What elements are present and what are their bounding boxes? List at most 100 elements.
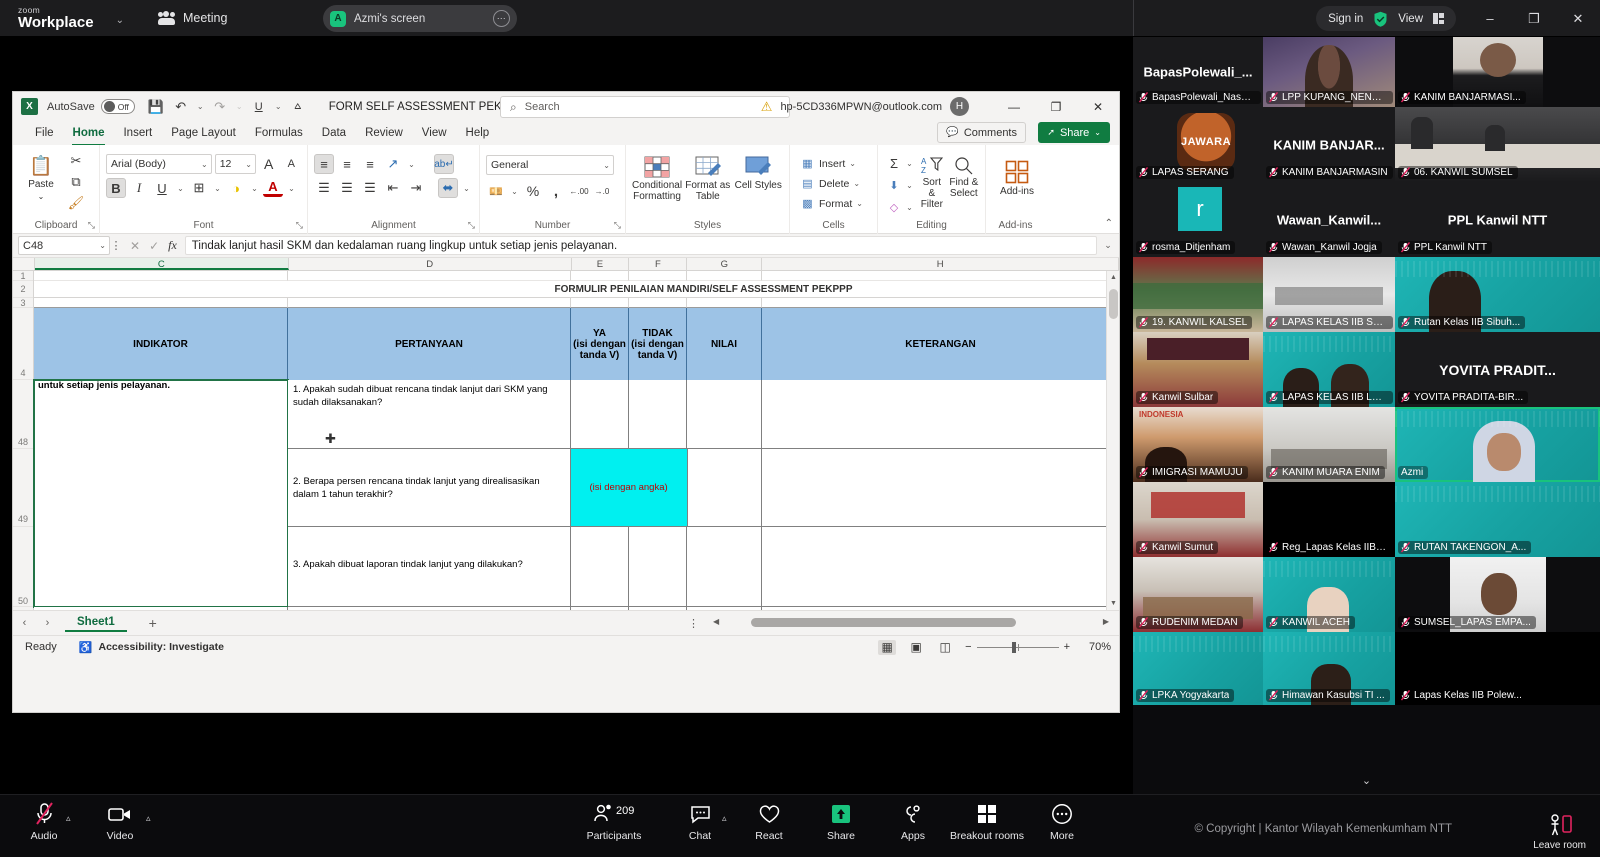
participant-tile-kanim-banjarmasin-video[interactable]: KANIM BANJARMASI...: [1395, 37, 1600, 107]
video-options-chevron-icon[interactable]: ▵: [146, 813, 151, 824]
cut-icon[interactable]: ✂: [66, 151, 86, 171]
participant-tile-wawan-jogja[interactable]: Wawan_Kanwil... Wawan_Kanwil Jogja: [1263, 182, 1395, 257]
column-header-E[interactable]: E: [572, 258, 630, 270]
nilai-cell-49[interactable]: [688, 449, 763, 527]
delete-cells-dropdown-icon[interactable]: ⌄: [853, 179, 860, 188]
font-name-combobox[interactable]: Arial (Body) ⌄: [106, 154, 212, 174]
zoom-in-button[interactable]: +: [1064, 641, 1070, 653]
undo-dropdown-icon[interactable]: ⌄: [195, 102, 206, 111]
normal-view-icon[interactable]: ▦: [878, 640, 896, 655]
scroll-down-arrow[interactable]: ▼: [1107, 597, 1119, 610]
wrap-text-icon[interactable]: ab↵: [434, 154, 454, 174]
orientation-dropdown-icon[interactable]: ⌄: [406, 160, 417, 169]
tab-insert[interactable]: Insert: [114, 123, 161, 144]
formula-bar-expand-icon[interactable]: ⌄: [1097, 240, 1119, 251]
table-header-keterangan[interactable]: KETERANGAN: [762, 308, 1119, 380]
underline-quick-icon[interactable]: U: [248, 96, 270, 118]
signin-view-pill[interactable]: Sign in View: [1316, 6, 1456, 31]
italic-button[interactable]: I: [129, 178, 149, 198]
font-size-combobox[interactable]: 12 ⌄: [215, 154, 256, 174]
cell-E3[interactable]: [571, 298, 629, 308]
participant-tile-lapas-polewali[interactable]: Lapas Kelas IIB Polew...: [1395, 632, 1600, 705]
chat-button[interactable]: Chat: [672, 801, 728, 842]
participant-tile-himawan[interactable]: Himawan Kasubsi TI ...: [1263, 632, 1395, 705]
sign-in-button[interactable]: Sign in: [1328, 13, 1363, 25]
cell-G1[interactable]: [687, 271, 762, 281]
participant-tile-lpp-kupang[interactable]: LPP KUPANG_NENGSI...: [1263, 37, 1395, 107]
leave-room-button[interactable]: Leave room: [1533, 813, 1586, 851]
hscroll-left-arrow[interactable]: ◀: [713, 617, 719, 626]
column-header-H[interactable]: H: [762, 258, 1119, 270]
participant-tile-yovita[interactable]: YOVITA PRADIT... YOVITA PRADITA-BIR...: [1395, 332, 1600, 407]
paste-button[interactable]: 📋 Paste ⌄: [19, 153, 63, 201]
scroll-up-arrow[interactable]: ▲: [1107, 271, 1119, 284]
cell-G3[interactable]: [687, 298, 762, 308]
window-close-button[interactable]: ✕: [1556, 0, 1600, 37]
vertical-scrollbar[interactable]: ▲ ▼: [1106, 271, 1119, 610]
row-header-50[interactable]: 50: [13, 527, 33, 607]
cell-C1[interactable]: [34, 271, 288, 281]
redo-icon[interactable]: ↷: [209, 96, 231, 118]
font-color-dropdown-icon[interactable]: ⌄: [286, 184, 297, 193]
comma-style-icon[interactable]: ,: [546, 181, 566, 201]
paste-dropdown-icon[interactable]: ⌄: [38, 192, 45, 201]
participant-tile-kanim-banjarmasin[interactable]: KANIM BANJAR... KANIM BANJARMASIN: [1263, 107, 1395, 182]
account-area[interactable]: ⚠ hp-5CD336MPWN@outlook.com H: [761, 97, 969, 116]
share-screen-button[interactable]: Share: [813, 801, 869, 842]
audio-options-chevron-icon[interactable]: ▵: [66, 813, 71, 824]
table-header-indikator[interactable]: INDIKATOR: [34, 308, 288, 380]
name-box-dropdown-icon[interactable]: ⌄: [99, 241, 106, 250]
cell-F1[interactable]: [629, 271, 687, 281]
bottom-align-icon[interactable]: ≡: [360, 154, 380, 174]
share-options-icon[interactable]: ⋯: [493, 10, 510, 27]
sheet-tab-sheet1[interactable]: Sheet1: [65, 614, 127, 632]
vertical-scroll-thumb[interactable]: [1109, 289, 1118, 319]
format-cells-dropdown-icon[interactable]: ⌄: [856, 199, 863, 208]
column-header-G[interactable]: G: [687, 258, 762, 270]
cell-D1[interactable]: [288, 271, 571, 281]
percent-style-icon[interactable]: %: [523, 181, 543, 201]
audio-button[interactable]: Audio: [16, 801, 72, 842]
ya-cell-48[interactable]: [571, 380, 629, 449]
keterangan-cell-50[interactable]: [762, 527, 1119, 607]
accounting-format-icon[interactable]: 💴: [486, 181, 506, 201]
sheet-title-cell[interactable]: FORMULIR PENILAIAN MANDIRI/SELF ASSESSME…: [288, 281, 1119, 298]
cell-E1[interactable]: [571, 271, 629, 281]
sort-filter-button[interactable]: A Z Sort & Filter: [918, 153, 946, 210]
account-avatar[interactable]: H: [950, 97, 969, 116]
table-header-tidak[interactable]: TIDAK (isi dengan tanda V): [629, 308, 687, 380]
zoom-slider-knob[interactable]: [1012, 642, 1016, 653]
cell-C48-indikator[interactable]: [34, 380, 288, 607]
column-header-D[interactable]: D: [289, 258, 572, 270]
participant-tile-kanwil-sulbar[interactable]: Kanwil Sulbar: [1133, 332, 1263, 407]
window-minimize-button[interactable]: –: [1468, 0, 1512, 37]
formula-bar-kebab[interactable]: ⋮: [110, 239, 122, 252]
sheet-prev-arrow[interactable]: ‹: [13, 617, 36, 629]
keterangan-cell-48[interactable]: [762, 380, 1119, 449]
sheet-next-arrow[interactable]: ›: [36, 617, 59, 629]
hscroll-right-arrow[interactable]: ▶: [1103, 617, 1109, 626]
ribbon-collapse-icon[interactable]: ⌃: [1105, 218, 1113, 229]
redo-dropdown-icon[interactable]: ⌄: [234, 102, 245, 111]
autosum-dropdown-icon[interactable]: ⌄: [904, 159, 915, 168]
borders-icon[interactable]: ⊞: [189, 178, 209, 198]
column-header-C[interactable]: C: [35, 258, 289, 270]
tab-help[interactable]: Help: [457, 123, 499, 144]
video-button[interactable]: Video: [92, 801, 148, 842]
insert-cells-button[interactable]: ▦ Insert ⌄: [796, 155, 871, 172]
borders-dropdown-icon[interactable]: ⌄: [212, 184, 223, 193]
align-left-icon[interactable]: ☰: [314, 178, 334, 198]
keterangan-cell-49[interactable]: [762, 449, 1119, 527]
participant-tile-kanwil-sumsel[interactable]: 06. KANWIL SUMSEL: [1395, 107, 1600, 182]
delete-cells-button[interactable]: ▤ Delete ⌄: [796, 175, 871, 192]
more-button[interactable]: More: [1034, 801, 1090, 842]
font-color-icon[interactable]: A: [263, 179, 283, 197]
tab-page-layout[interactable]: Page Layout: [162, 123, 245, 144]
orientation-icon[interactable]: ↗: [383, 154, 403, 174]
tab-home[interactable]: Home: [64, 123, 114, 144]
participant-tile-ppl-ntt[interactable]: PPL Kanwil NTT PPL Kanwil NTT: [1395, 182, 1600, 257]
align-center-icon[interactable]: ☰: [337, 178, 357, 198]
number-format-combobox[interactable]: General ⌄: [486, 155, 614, 175]
row-header-3[interactable]: 3: [13, 298, 33, 308]
participant-tile-reg-lapas-t[interactable]: Reg_Lapas Kelas IIB T...: [1263, 482, 1395, 557]
